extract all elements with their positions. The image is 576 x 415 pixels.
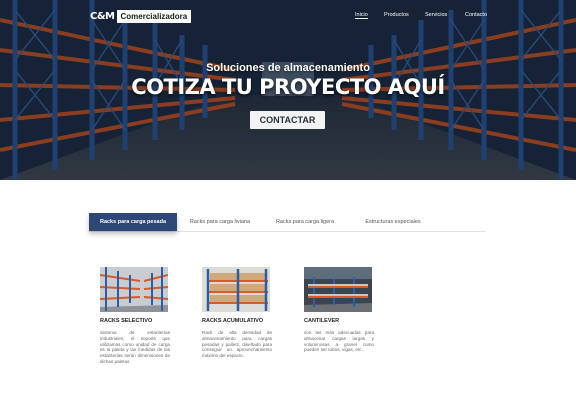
card-description: Rack de alta densidad de almacenamiento … [202, 330, 272, 359]
nav-link-productos[interactable]: Productos [384, 12, 409, 18]
logo-text: Comercializadora [116, 10, 192, 23]
card-title: RACKS SELECTIVO [100, 318, 153, 324]
card-description: Sistema de estanterías industriales, el … [100, 330, 170, 364]
product-card-racks-acumulativo: RACKS ACUMULATIVO Rack de alta densidad … [202, 267, 272, 359]
card-title: CANTILEVER [304, 318, 340, 324]
nav-link-servicios[interactable]: Servicios [425, 12, 447, 18]
hero-title: COTIZA TU PROYECTO AQUÍ [131, 75, 445, 99]
product-card-racks-selectivo: RACKS SELECTIVO Sistema de estanterías i… [100, 267, 170, 365]
racks-acumulativo-image[interactable] [202, 267, 270, 312]
logo-mark: C&M [90, 11, 115, 22]
card-title: RACKS ACUMULATIVO [202, 318, 264, 324]
nav-link-contacto[interactable]: Contacto [465, 12, 487, 18]
tab-racks-carga-ligera[interactable]: Racks para carga ligera [270, 213, 340, 231]
card-description: son las más adecuadas para almacenar car… [304, 330, 374, 353]
tab-racks-carga-pesada[interactable]: Racks para carga pesada [89, 213, 177, 231]
top-navigation: C&M Comercializadora Inicio Productos Se… [0, 0, 576, 30]
logo[interactable]: C&M Comercializadora [90, 10, 192, 23]
hero-subtitle: Soluciones de almacenamiento [206, 62, 370, 74]
nav-link-inicio[interactable]: Inicio [355, 12, 368, 19]
racks-selectivo-image[interactable] [100, 267, 168, 312]
hero-banner: C&M Comercializadora Inicio Productos Se… [0, 0, 576, 180]
cantilever-image[interactable] [304, 267, 372, 312]
contact-button[interactable]: CONTACTAR [250, 111, 325, 129]
product-card-cantilever: CANTILEVER son las más adecuadas para al… [304, 267, 374, 353]
tab-estructuras-especiales[interactable]: Estructuras especiales [355, 213, 431, 231]
product-tabs: Racks para carga pesada Racks para carga… [89, 213, 486, 232]
tab-racks-carga-liviana[interactable]: Racks para carga liviana [185, 213, 255, 231]
